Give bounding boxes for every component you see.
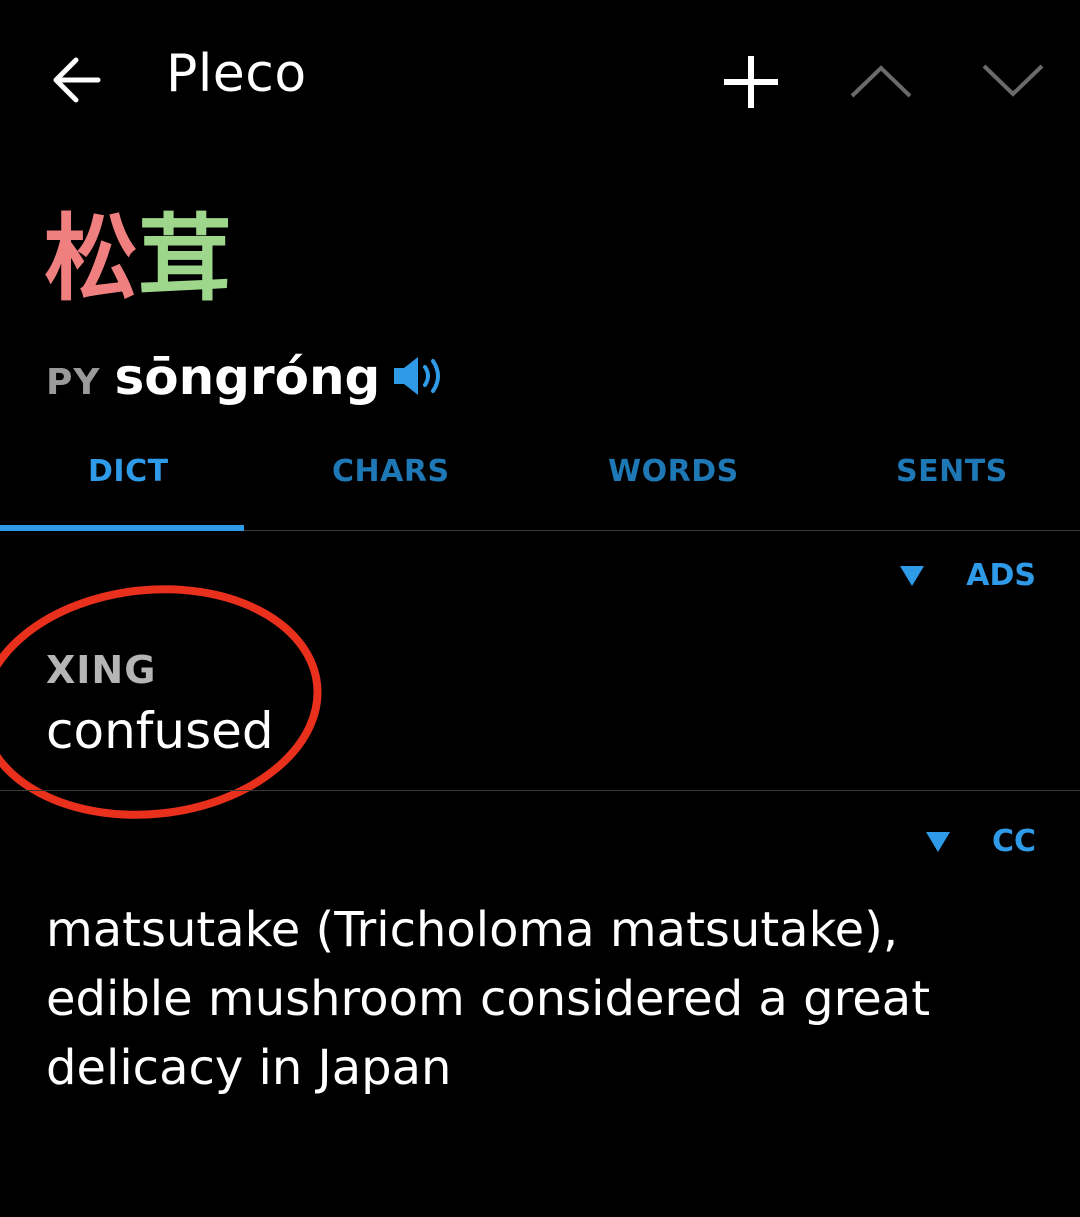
- add-button[interactable]: [718, 52, 784, 112]
- pinyin-row: PY sōngróng: [46, 348, 446, 412]
- collapse-triangle-icon: [925, 831, 950, 852]
- headword-char-1: 松: [44, 205, 139, 314]
- pinyin-tag: PY: [46, 362, 101, 403]
- tab-words[interactable]: WORDS: [608, 454, 739, 489]
- ads-source-header[interactable]: ADS: [900, 558, 1036, 593]
- red-annotation-circle: [0, 585, 322, 819]
- active-tab-indicator: [0, 525, 244, 531]
- back-button[interactable]: [48, 52, 108, 108]
- ads-source-label: ADS: [966, 558, 1036, 593]
- cc-source-label: CC: [991, 824, 1036, 859]
- tab-sents[interactable]: SENTS: [896, 454, 1008, 489]
- chevron-down-icon: [982, 64, 1044, 97]
- plus-icon: [724, 56, 778, 108]
- chevron-up-icon: [850, 65, 912, 98]
- speaker-icon[interactable]: [392, 354, 446, 398]
- headword[interactable]: 松茸: [44, 210, 232, 310]
- tab-dict[interactable]: DICT: [88, 454, 169, 489]
- collapse-triangle-icon: [900, 565, 925, 586]
- arrow-left-icon: [53, 57, 101, 103]
- toolbar: Pleco: [0, 0, 1080, 160]
- next-entry-button[interactable]: [980, 52, 1046, 112]
- app-title: Pleco: [166, 44, 307, 104]
- section-divider: [0, 790, 1080, 791]
- definition-text: matsutake (Tricholoma matsutake), edible…: [46, 902, 931, 1096]
- cc-source-header[interactable]: CC: [925, 824, 1036, 859]
- tab-bar: DICT CHARS WORDS SENTS: [0, 440, 1080, 531]
- tab-chars[interactable]: CHARS: [332, 454, 450, 489]
- previous-entry-button[interactable]: [848, 52, 914, 112]
- pinyin-text[interactable]: sōngróng: [114, 348, 380, 406]
- headword-char-2: 茸: [138, 205, 233, 314]
